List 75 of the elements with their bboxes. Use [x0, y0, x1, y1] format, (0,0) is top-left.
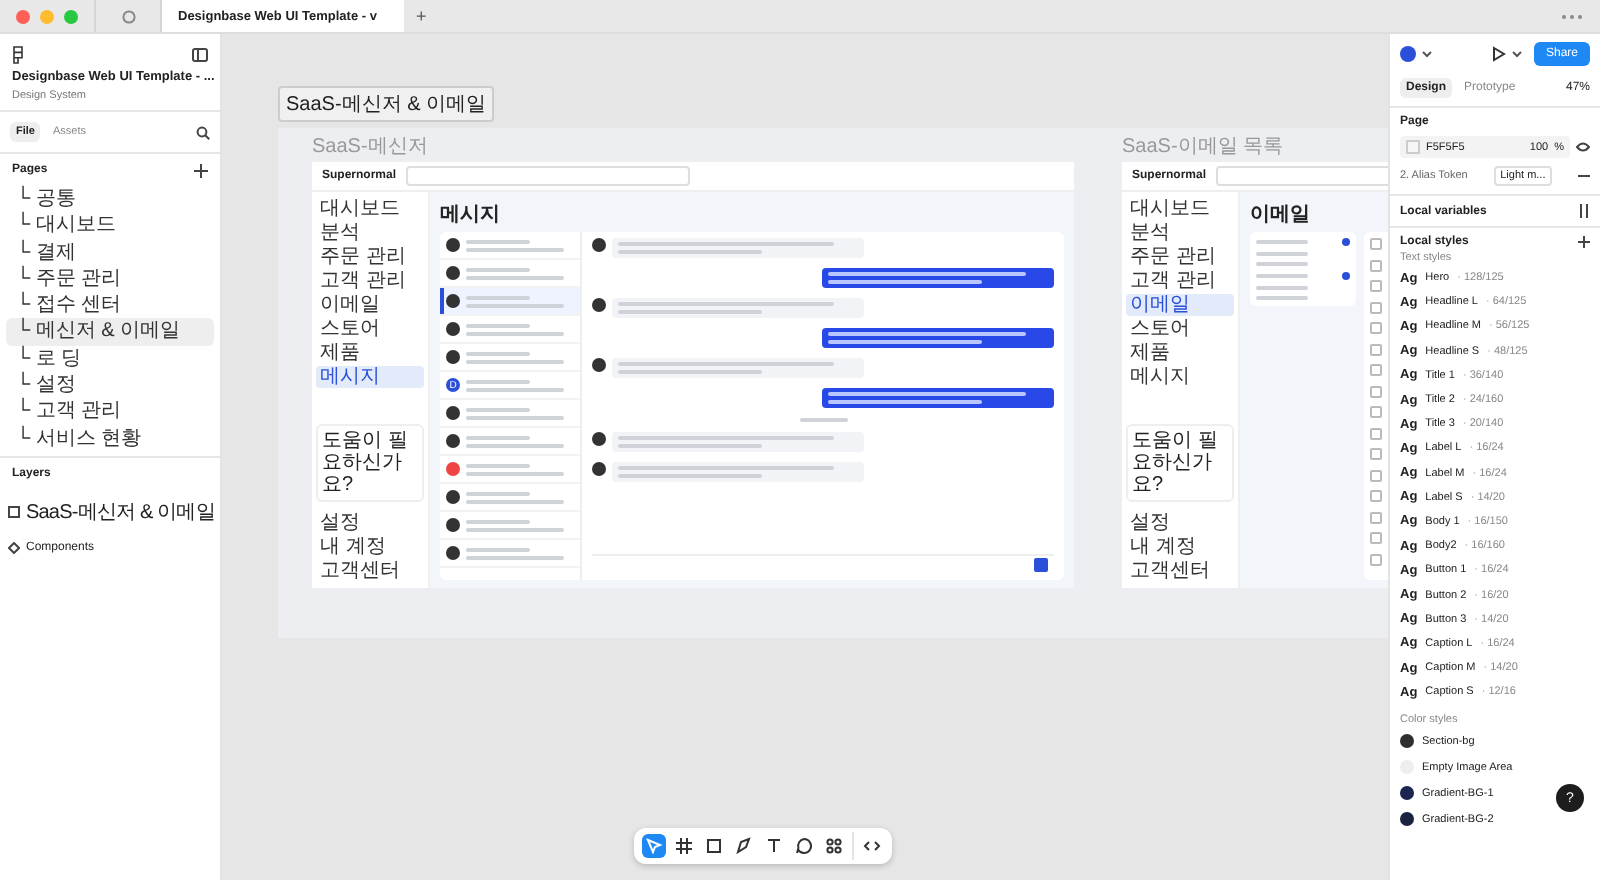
new-tab-button[interactable]: +: [404, 6, 439, 26]
square-icon: [704, 836, 724, 856]
avatar-icon: [592, 358, 606, 372]
speech-bubble-icon: [794, 836, 814, 856]
add-icon[interactable]: [1578, 236, 1590, 248]
chevron-down-icon: [1511, 50, 1522, 58]
nav-item[interactable]: 고객센터: [1126, 560, 1234, 582]
message-input[interactable]: [592, 554, 1054, 574]
nav-item[interactable]: 이메일: [316, 294, 424, 316]
nav-item[interactable]: 제품: [1126, 342, 1234, 364]
nav-item[interactable]: 고객 관리: [1126, 270, 1234, 292]
nav-item[interactable]: 이메일: [1126, 294, 1234, 316]
frame-icon: [8, 505, 20, 518]
page-item[interactable]: └ 고객 관리: [6, 398, 214, 426]
help-card: 도움이 필요하신가요?: [316, 424, 424, 502]
nav-item[interactable]: 주문 관리: [1126, 246, 1234, 268]
pen-icon: [734, 836, 754, 856]
page-item[interactable]: └ 설정: [6, 372, 214, 399]
frame-tool-button[interactable]: [672, 834, 696, 858]
comment-tool-button[interactable]: [792, 834, 816, 858]
nav-item[interactable]: 제품: [316, 342, 424, 364]
page-item[interactable]: └ 공통: [6, 186, 214, 213]
page-item[interactable]: └ 로 딩: [6, 345, 214, 373]
text-icon: [764, 836, 784, 856]
avatar-icon: [592, 238, 606, 252]
nav-item[interactable]: 스토어: [1126, 318, 1234, 340]
move-tool-button[interactable]: [642, 834, 666, 858]
shape-tool-button[interactable]: [702, 834, 726, 858]
page-item[interactable]: └ 메신저 & 이메일: [6, 318, 214, 346]
nav-item[interactable]: 내 계정: [1126, 536, 1234, 558]
conversation-item[interactable]: [440, 288, 580, 316]
play-icon[interactable]: [1491, 46, 1506, 62]
pen-tool-button[interactable]: [732, 834, 756, 858]
hash-icon: [674, 836, 694, 856]
nav-item[interactable]: 설정: [316, 512, 424, 534]
chevron-down-icon: [1422, 50, 1432, 58]
nav-item[interactable]: 메시지: [316, 366, 424, 388]
avatar-icon[interactable]: [1400, 46, 1416, 62]
nav-item[interactable]: 대시보드: [316, 198, 424, 220]
avatar-icon: [592, 432, 606, 446]
component-icon: [8, 541, 20, 554]
nav-item[interactable]: 스토어: [316, 318, 424, 340]
page-item[interactable]: └ 결제: [6, 239, 214, 266]
date-divider: [799, 418, 847, 422]
nav-item[interactable]: 고객 관리: [316, 270, 424, 292]
page-title: 메시지: [440, 202, 502, 228]
nav-item[interactable]: 고객센터: [316, 560, 424, 582]
grid-icon: [824, 836, 844, 856]
text-tool-button[interactable]: [762, 834, 786, 858]
help-card: 도움이 필요하신가요?: [1126, 424, 1234, 502]
page-title: 이메일: [1250, 202, 1312, 228]
nav-item[interactable]: 주문 관리: [316, 246, 424, 268]
page-item[interactable]: └ 접수 센터: [6, 292, 214, 319]
page-item[interactable]: └ 서비스 현황: [6, 425, 214, 452]
nav-item[interactable]: 대시보드: [1126, 198, 1234, 220]
sidebar-toggle-icon[interactable]: [192, 48, 208, 62]
nav-item[interactable]: 분석: [316, 222, 424, 244]
search-field[interactable]: [406, 166, 691, 186]
layer-item[interactable]: SaaS-메신저 & 이메일: [26, 497, 215, 526]
minus-icon[interactable]: [1578, 174, 1590, 178]
section-label[interactable]: SaaS-메신저 & 이메일: [278, 86, 495, 122]
nav-item[interactable]: 설정: [1126, 512, 1234, 534]
avatar-icon: [592, 462, 606, 476]
actions-tool-button[interactable]: [822, 834, 846, 858]
avatar-icon: [592, 298, 606, 312]
nav-item[interactable]: 메시지: [1126, 366, 1234, 388]
search-icon[interactable]: [196, 125, 210, 139]
page-item[interactable]: └ 주문 관리: [6, 265, 214, 293]
cursor-icon: [644, 836, 664, 856]
add-icon[interactable]: [194, 163, 208, 177]
eye-icon[interactable]: [1576, 142, 1590, 152]
code-icon: [862, 836, 882, 856]
page-item[interactable]: └ 대시보드: [6, 212, 214, 240]
nav-item[interactable]: 분석: [1126, 222, 1234, 244]
nav-item[interactable]: 내 계정: [316, 536, 424, 558]
